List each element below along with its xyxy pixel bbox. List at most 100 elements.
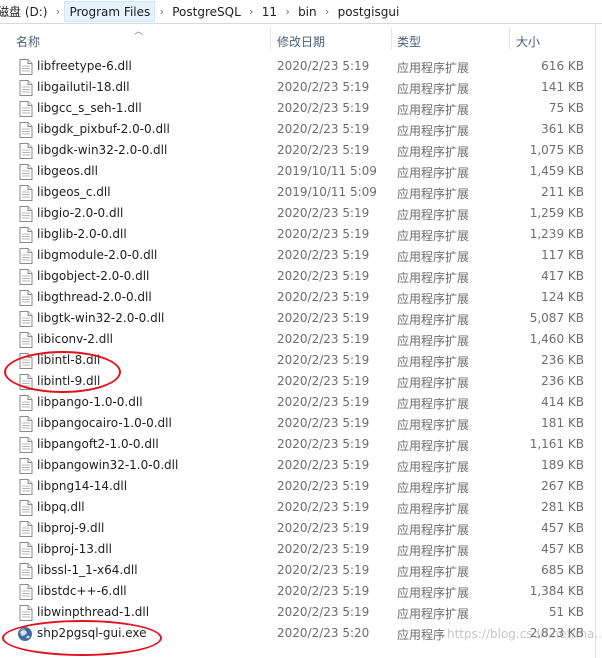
- sort-ascending-icon: ︿: [134, 27, 144, 37]
- file-type: 应用程序扩展: [397, 334, 470, 348]
- file-type: 应用程序扩展: [397, 187, 470, 201]
- column-divider[interactable]: [509, 28, 510, 50]
- column-divider[interactable]: [270, 28, 271, 50]
- breadcrumb-bin[interactable]: bin: [294, 1, 321, 22]
- file-row[interactable]: libpangoft2-1.0-0.dll 2020/2/23 5:19 应用程序扩…: [0, 434, 602, 455]
- file-row[interactable]: libgtk-win32-2.0-0.dll 2020/2/23 5:19 应用程序…: [0, 308, 602, 329]
- dll-file-icon: [19, 101, 33, 117]
- file-row[interactable]: libfreetype-6.dll 2020/2/23 5:19 应用程序扩展 616…: [0, 56, 602, 77]
- column-divider[interactable]: [391, 28, 392, 50]
- file-size: 181 KB: [541, 416, 584, 430]
- file-name: libpq.dll: [37, 500, 85, 514]
- file-date: 2020/2/23 5:19: [277, 206, 370, 220]
- file-row[interactable]: libgcc_s_seh-1.dll 2020/2/23 5:19 应用程序扩展 75…: [0, 98, 602, 119]
- file-row[interactable]: libgdk-win32-2.0-0.dll 2020/2/23 5:19 应用程序…: [0, 140, 602, 161]
- file-type: 应用程序: [397, 628, 446, 642]
- file-row[interactable]: libproj-13.dll 2020/2/23 5:19 应用程序扩展 457 KB: [0, 539, 602, 560]
- breadcrumb-separator-icon[interactable]: ›: [155, 5, 168, 18]
- dll-file-icon: [19, 458, 33, 474]
- file-name: libintl-9.dll: [37, 374, 101, 388]
- file-date: 2020/2/23 5:19: [277, 500, 370, 514]
- file-date: 2020/2/23 5:19: [277, 416, 370, 430]
- breadcrumb-separator-icon[interactable]: ›: [245, 5, 258, 18]
- column-header-type[interactable]: 类型: [397, 33, 421, 50]
- file-row[interactable]: libssl-1_1-x64.dll 2020/2/23 5:19 应用程序扩展 68…: [0, 560, 602, 581]
- column-header-name[interactable]: 名称: [16, 33, 40, 50]
- file-type: 应用程序扩展: [397, 208, 470, 222]
- column-header-date[interactable]: 修改日期: [277, 33, 325, 50]
- file-row[interactable]: libpangocairo-1.0-0.dll 2020/2/23 5:19 应用程…: [0, 413, 602, 434]
- address-bar[interactable]: 磁盘 (D:) › Program Files › PostgreSQL › 1…: [0, 0, 602, 24]
- dll-file-icon: [19, 59, 33, 75]
- file-size: 236 KB: [541, 353, 584, 367]
- file-size: 1,460 KB: [529, 332, 584, 346]
- file-date: 2020/2/23 5:20: [277, 626, 370, 640]
- breadcrumb-11[interactable]: 11: [258, 1, 281, 22]
- file-size: 361 KB: [541, 122, 584, 136]
- file-type: 应用程序扩展: [397, 607, 470, 621]
- file-row[interactable]: libwinpthread-1.dll 2020/2/23 5:19 应用程序扩展 5…: [0, 602, 602, 623]
- file-type: 应用程序扩展: [397, 61, 470, 75]
- file-row[interactable]: libgdk_pixbuf-2.0-0.dll 2020/2/23 5:19 应用程…: [0, 119, 602, 140]
- breadcrumb-separator-icon[interactable]: ›: [281, 5, 294, 18]
- breadcrumb-postgisgui[interactable]: postgisgui: [334, 1, 404, 22]
- file-size: 1,459 KB: [529, 164, 584, 178]
- file-row[interactable]: libintl-9.dll 2020/2/23 5:19 应用程序扩展 236 KB: [0, 371, 602, 392]
- file-row[interactable]: libstdc++-6.dll 2020/2/23 5:19 应用程序扩展 1,384…: [0, 581, 602, 602]
- file-date: 2019/10/11 5:09: [277, 185, 377, 199]
- file-date: 2020/2/23 5:19: [277, 374, 370, 388]
- file-name: libgdk_pixbuf-2.0-0.dll: [37, 122, 170, 136]
- breadcrumb-drive[interactable]: 磁盘 (D:): [0, 1, 51, 22]
- file-type: 应用程序扩展: [397, 376, 470, 390]
- file-row[interactable]: libgthread-2.0-0.dll 2020/2/23 5:19 应用程序扩展…: [0, 287, 602, 308]
- file-row[interactable]: libgio-2.0-0.dll 2020/2/23 5:19 应用程序扩展 1,25…: [0, 203, 602, 224]
- breadcrumb-separator-icon[interactable]: ›: [321, 5, 334, 18]
- file-size: 685 KB: [541, 563, 584, 577]
- file-size: 189 KB: [541, 458, 584, 472]
- file-row[interactable]: libiconv-2.dll 2020/2/23 5:19 应用程序扩展 1,460 …: [0, 329, 602, 350]
- file-name: libgio-2.0-0.dll: [37, 206, 124, 220]
- file-row[interactable]: libproj-9.dll 2020/2/23 5:19 应用程序扩展 457 KB: [0, 518, 602, 539]
- file-date: 2020/2/23 5:19: [277, 479, 370, 493]
- file-date: 2020/2/23 5:19: [277, 458, 370, 472]
- file-row[interactable]: libintl-8.dll 2020/2/23 5:19 应用程序扩展 236 KB: [0, 350, 602, 371]
- file-row[interactable]: libpangowin32-1.0-0.dll 2020/2/23 5:19 应用程…: [0, 455, 602, 476]
- dll-file-icon: [19, 143, 33, 159]
- file-size: 417 KB: [541, 269, 584, 283]
- file-date: 2020/2/23 5:19: [277, 290, 370, 304]
- file-row[interactable]: libgobject-2.0-0.dll 2020/2/23 5:19 应用程序扩展…: [0, 266, 602, 287]
- file-row[interactable]: libpng14-14.dll 2020/2/23 5:19 应用程序扩展 267 K…: [0, 476, 602, 497]
- file-row[interactable]: libglib-2.0-0.dll 2020/2/23 5:19 应用程序扩展 1,2…: [0, 224, 602, 245]
- file-row[interactable]: libgeos_c.dll 2019/10/11 5:09 应用程序扩展 211 KB: [0, 182, 602, 203]
- dll-file-icon: [19, 605, 33, 621]
- dll-file-icon: [19, 227, 33, 243]
- file-name: libgailutil-18.dll: [37, 80, 130, 94]
- file-type: 应用程序扩展: [397, 355, 470, 369]
- file-row[interactable]: libgeos.dll 2019/10/11 5:09 应用程序扩展 1,459 KB: [0, 161, 602, 182]
- file-date: 2020/2/23 5:19: [277, 101, 370, 115]
- file-type: 应用程序扩展: [397, 397, 470, 411]
- file-name: libgmodule-2.0-0.dll: [37, 248, 158, 262]
- file-date: 2020/2/23 5:19: [277, 542, 370, 556]
- dll-file-icon: [19, 416, 33, 432]
- file-date: 2020/2/23 5:19: [277, 584, 370, 598]
- file-row[interactable]: libgailutil-18.dll 2020/2/23 5:19 应用程序扩展 14…: [0, 77, 602, 98]
- file-date: 2020/2/23 5:19: [277, 353, 370, 367]
- column-header-size[interactable]: 大小: [516, 33, 540, 50]
- file-size: 281 KB: [541, 500, 584, 514]
- file-date: 2019/10/11 5:09: [277, 164, 377, 178]
- dll-file-icon: [19, 122, 33, 138]
- file-name: libpangocairo-1.0-0.dll: [37, 416, 172, 430]
- breadcrumb-separator-icon[interactable]: ›: [51, 5, 64, 18]
- dll-file-icon: [19, 80, 33, 96]
- file-name: libgobject-2.0-0.dll: [37, 269, 150, 283]
- file-size: 5,087 KB: [529, 311, 584, 325]
- file-type: 应用程序扩展: [397, 145, 470, 159]
- dll-file-icon: [19, 563, 33, 579]
- file-row[interactable]: libgmodule-2.0-0.dll 2020/2/23 5:19 应用程序扩展…: [0, 245, 602, 266]
- breadcrumb-postgresql[interactable]: PostgreSQL: [168, 1, 245, 22]
- file-row[interactable]: libpango-1.0-0.dll 2020/2/23 5:19 应用程序扩展 41…: [0, 392, 602, 413]
- file-row[interactable]: libpq.dll 2020/2/23 5:19 应用程序扩展 281 KB: [0, 497, 602, 518]
- breadcrumb-program-files[interactable]: Program Files: [64, 1, 156, 22]
- dll-file-icon: [19, 395, 33, 411]
